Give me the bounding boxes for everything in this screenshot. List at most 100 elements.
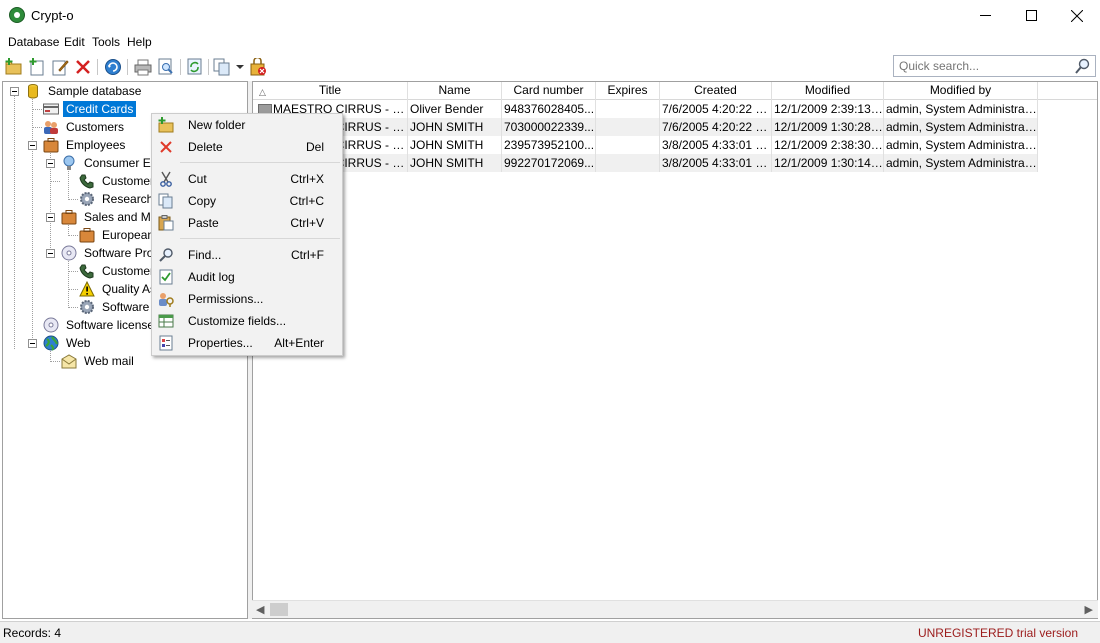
collapse-employees[interactable] <box>28 141 37 150</box>
warning-icon <box>79 281 95 297</box>
print-icon[interactable] <box>134 58 152 76</box>
credit-card-icon <box>43 103 59 115</box>
menu-properties[interactable]: Properties... Alt+Enter <box>154 332 340 354</box>
sort-ascending-icon: △ <box>259 87 266 97</box>
column-expires[interactable]: Expires <box>596 82 660 100</box>
close-button[interactable] <box>1054 0 1100 31</box>
maximize-button[interactable] <box>1008 0 1054 31</box>
context-menu: New folder Delete Del Cut Ctrl+X Copy Ct… <box>151 113 343 356</box>
scroll-right-icon[interactable]: ▶ <box>1085 603 1093 616</box>
collapse-web[interactable] <box>28 339 37 348</box>
scroll-thumb[interactable] <box>270 603 288 616</box>
briefcase-icon <box>43 138 59 153</box>
lock-database-icon[interactable] <box>249 58 267 76</box>
menu-edit[interactable]: Edit <box>64 35 85 49</box>
print-preview-icon[interactable] <box>157 58 175 76</box>
records-count: Records: 4 <box>3 626 62 640</box>
gear-icon <box>80 192 94 206</box>
menu-paste[interactable]: Paste Ctrl+V <box>154 212 340 234</box>
quick-search[interactable] <box>893 55 1096 77</box>
users-group-icon <box>44 121 58 134</box>
table-row[interactable]: MAESTRO CIRRUS - Ban... Oliver Bender 94… <box>253 100 1038 118</box>
briefcase-icon <box>79 228 95 243</box>
maximize-icon <box>1025 10 1037 21</box>
tree-item-web[interactable]: Web <box>43 334 93 352</box>
customize-fields-icon <box>158 314 174 328</box>
menu-customize-fields[interactable]: Customize fields... <box>154 310 340 332</box>
close-icon <box>1071 9 1083 22</box>
menu-tools[interactable]: Tools <box>92 35 120 49</box>
refresh-icon[interactable] <box>104 58 122 76</box>
delete-icon <box>160 141 172 153</box>
globe-icon <box>43 335 59 351</box>
bulb-icon <box>63 155 75 170</box>
menu-audit-log[interactable]: Audit log <box>154 266 340 288</box>
tree-item-employees[interactable]: Employees <box>43 136 128 154</box>
menu-database[interactable]: Database <box>8 35 59 49</box>
cd-icon <box>43 317 59 333</box>
find-icon <box>159 248 173 262</box>
scroll-left-icon[interactable]: ◀ <box>256 603 264 616</box>
new-folder-icon[interactable] <box>5 58 23 76</box>
tree-item-sample-database[interactable]: Sample database <box>25 82 144 100</box>
new-folder-icon <box>158 117 174 133</box>
tree-item-credit-cards[interactable]: Credit Cards <box>43 100 137 118</box>
column-name[interactable]: Name <box>408 82 502 100</box>
menu-find[interactable]: Find... Ctrl+F <box>154 244 340 266</box>
paste-icon <box>158 215 174 231</box>
audit-log-icon <box>159 269 173 285</box>
collapse-software-prod[interactable] <box>46 249 55 258</box>
gear-icon <box>80 300 94 314</box>
tree-item-software-prod[interactable]: Software Prod <box>61 244 163 262</box>
column-title[interactable]: △ Title <box>253 82 408 100</box>
search-icon[interactable] <box>1075 58 1091 74</box>
table-row[interactable]: MAESTRO CIRRUS - CIT... JOHN SMITH 70300… <box>253 118 1038 136</box>
collapse-root[interactable] <box>10 87 19 96</box>
column-card-number[interactable]: Card number <box>502 82 596 100</box>
briefcase-icon <box>61 210 77 225</box>
records-grid: △ Title Name Card number Expires Created… <box>252 81 1098 619</box>
minimize-button[interactable] <box>962 0 1008 31</box>
menu-new-folder[interactable]: New folder <box>154 114 340 136</box>
copy-menu-icon[interactable] <box>213 58 231 76</box>
app-logo-icon <box>9 7 25 23</box>
collapse-sales[interactable] <box>46 213 55 222</box>
cd-icon <box>61 245 77 261</box>
copy-icon <box>158 193 173 209</box>
menu-delete[interactable]: Delete Del <box>154 136 340 158</box>
column-created[interactable]: Created <box>660 82 772 100</box>
tree-item-web-mail[interactable]: Web mail <box>61 352 137 370</box>
column-modified-by[interactable]: Modified by <box>884 82 1038 100</box>
collapse-consumer-elec[interactable] <box>46 159 55 168</box>
horizontal-scrollbar[interactable]: ◀ ▶ <box>252 600 1098 618</box>
menu-help[interactable]: Help <box>127 35 152 49</box>
title-bar: Crypt-o <box>0 0 1100 31</box>
menu-permissions[interactable]: Permissions... <box>154 288 340 310</box>
table-row[interactable]: MAESTRO CIRRUS - Bank of ... JOHN SMITH … <box>253 136 1038 154</box>
new-item-icon[interactable] <box>28 58 46 76</box>
window-title: Crypt-o <box>31 8 74 23</box>
sync-icon[interactable] <box>186 58 204 76</box>
chevron-down-icon[interactable] <box>236 65 244 70</box>
minimize-icon <box>979 15 991 16</box>
phone-icon <box>79 264 94 279</box>
delete-icon[interactable] <box>74 58 92 76</box>
menu-bar: Database Edit Tools Help <box>0 31 1100 53</box>
mail-icon <box>61 354 77 369</box>
search-input[interactable] <box>897 58 1073 74</box>
menu-cut[interactable]: Cut Ctrl+X <box>154 168 340 190</box>
license-status: UNREGISTERED trial version <box>917 626 1078 640</box>
tree-item-software-licenses[interactable]: Software licenses <box>43 316 163 334</box>
scissors-icon <box>160 171 172 187</box>
database-icon <box>28 84 38 99</box>
grid-header: △ Title Name Card number Expires Created… <box>253 82 1097 100</box>
permissions-icon <box>159 293 174 307</box>
phone-icon <box>79 174 94 189</box>
tree-item-customers[interactable]: Customers <box>43 118 127 136</box>
properties-icon <box>159 335 173 351</box>
menu-copy[interactable]: Copy Ctrl+C <box>154 190 340 212</box>
table-row[interactable]: MAESTRO CIRRUS - CITY BANK JOHN SMITH 99… <box>253 154 1038 172</box>
column-modified[interactable]: Modified <box>772 82 884 100</box>
status-bar: Records: 4 UNREGISTERED trial version <box>0 621 1100 643</box>
edit-icon[interactable] <box>51 58 69 76</box>
